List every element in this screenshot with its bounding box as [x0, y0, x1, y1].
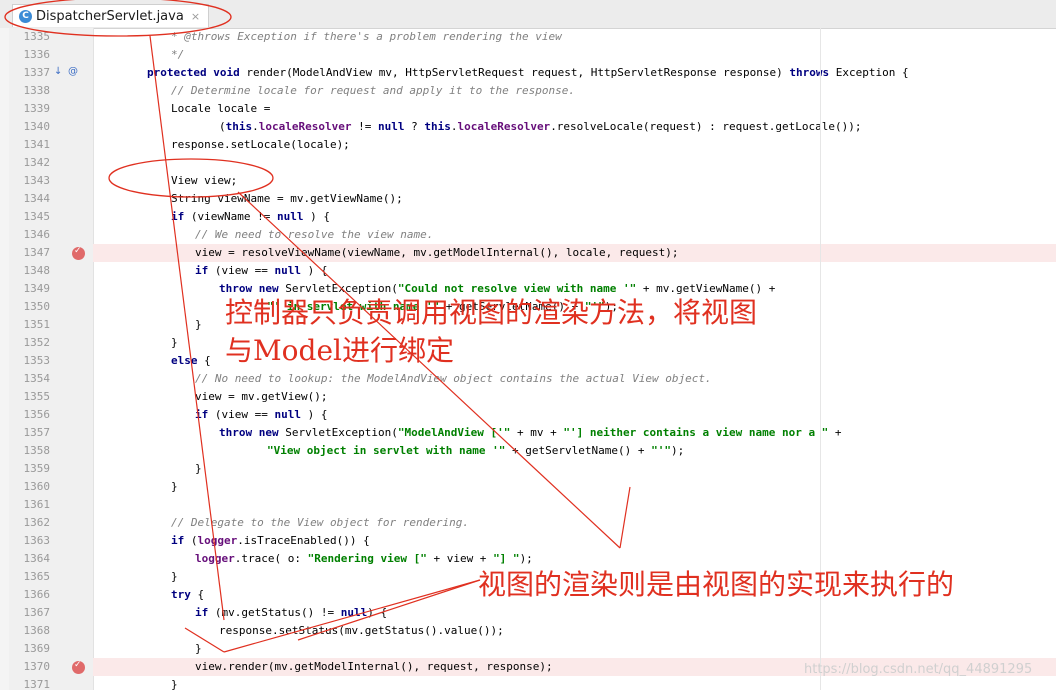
annotation-view-render: 视图的渲染则是由视图的实现来执行的 [478, 568, 955, 601]
arrow-render-mid [297, 579, 481, 641]
annotation-line-1: 控制器只负责调用视图的渲染方法，将视图 [225, 296, 758, 329]
tab-highlight-ellipse [4, 0, 232, 37]
arrow-tab-to-render [149, 35, 225, 621]
annotation-controller: 控制器只负责调用视图的渲染方法，将视图 与Model进行绑定 [225, 294, 757, 370]
arrow-view-to-text [237, 191, 621, 549]
arrow-render-right [223, 579, 481, 653]
arrow-text-to-render [619, 486, 631, 549]
annotation-line-2: 与Model进行绑定 [225, 334, 454, 367]
view-highlight-ellipse [108, 158, 274, 198]
arrow-render-left [184, 627, 225, 653]
watermark: https://blog.csdn.net/qq_44891295 [804, 662, 1033, 677]
